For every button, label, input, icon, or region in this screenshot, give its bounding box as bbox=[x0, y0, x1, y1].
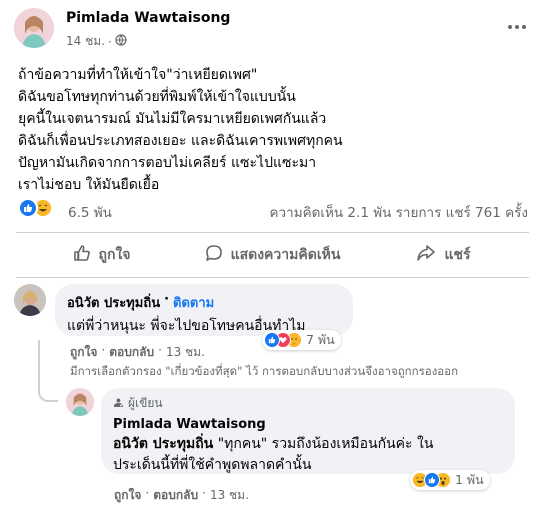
post-body: ถ้าข้อความที่ทำให้เข้าใจ"ว่าเหยียดเพศ" ด… bbox=[18, 64, 518, 196]
like-reaction-icon bbox=[264, 332, 280, 348]
like-icon bbox=[73, 244, 91, 266]
post-time[interactable]: 14 ชม. bbox=[66, 32, 105, 51]
post-header: Pimlada Wawtaisong 14 ชม. · bbox=[14, 8, 531, 54]
like-link[interactable]: ถูกใจ bbox=[114, 486, 141, 505]
globe-icon bbox=[115, 34, 127, 49]
post-meta: 14 ชม. · bbox=[66, 32, 127, 51]
reply-link[interactable]: ตอบกลับ bbox=[109, 343, 154, 362]
comment-actions: ถูกใจ · ตอบกลับ · 13 ชม. bbox=[70, 343, 205, 362]
reply-author-avatar[interactable] bbox=[66, 388, 94, 416]
separator: · bbox=[101, 343, 106, 357]
share-label: แชร์ bbox=[444, 247, 471, 263]
like-reaction-icon bbox=[424, 472, 440, 488]
like-button[interactable]: ถูกใจ bbox=[16, 234, 187, 276]
post-line: ยุคนี้ในเจตนารมณ์ มันไม่มีใครมาเหยียดเพศ… bbox=[18, 111, 327, 127]
separator: · bbox=[202, 486, 206, 500]
comment-label: แสดงความคิดเห็น bbox=[230, 247, 341, 263]
meta-separator: · bbox=[107, 34, 112, 49]
more-icon[interactable] bbox=[507, 14, 527, 35]
reply-reactions[interactable]: 1 พัน bbox=[410, 470, 490, 490]
comment-button[interactable]: แสดงความคิดเห็น bbox=[187, 234, 358, 276]
reply-actions: ถูกใจ · ตอบกลับ · 13 ชม. bbox=[114, 486, 249, 505]
mention-link[interactable]: อนิวัต ประทุมถิ่น bbox=[113, 436, 213, 452]
author-name[interactable]: Pimlada Wawtaisong bbox=[66, 10, 230, 26]
divider bbox=[16, 277, 529, 278]
follow-button[interactable]: ติดตาม bbox=[173, 292, 214, 313]
reaction-count: 1 พัน bbox=[455, 472, 484, 487]
like-label: ถูกใจ bbox=[98, 247, 131, 263]
post-line: ดิฉันขอโทษทุกท่านด้วยที่พิมพ์ให้เข้าใจแบ… bbox=[18, 89, 296, 105]
author-badge-icon bbox=[113, 397, 124, 411]
reaction-icons[interactable] bbox=[18, 198, 53, 218]
author-avatar[interactable] bbox=[14, 8, 54, 48]
share-button[interactable]: แชร์ bbox=[358, 234, 529, 276]
reply-bubble: ผู้เขียน Pimlada Wawtaisong อนิวัต ประทุ… bbox=[101, 388, 515, 474]
reply-thread-line bbox=[38, 340, 58, 402]
reaction-count: 7 พัน bbox=[306, 332, 335, 347]
post-action-bar: ถูกใจ แสดงความคิดเห็น แชร์ bbox=[16, 234, 529, 276]
separator: · bbox=[158, 343, 162, 357]
comment-bubble: อนิวัต ประทุมถิ่น · ติดตาม แต่พี่ว่าหนุน… bbox=[55, 284, 353, 336]
reply-link[interactable]: ตอบกลับ bbox=[153, 486, 198, 505]
share-icon bbox=[416, 244, 436, 266]
post-line: เราไม่ชอบ ให้มันยืดเยื้อ bbox=[18, 177, 160, 193]
commenter-name[interactable]: อนิวัต ประทุมถิ่น bbox=[67, 292, 160, 313]
author-badge-label: ผู้เขียน bbox=[128, 396, 163, 410]
separator: · bbox=[164, 292, 170, 307]
post-stats[interactable]: ความคิดเห็น 2.1 พัน รายการ แชร์ 761 ครั้… bbox=[270, 201, 528, 223]
comment-reactions[interactable]: 7 พัน bbox=[262, 330, 341, 350]
like-reaction-icon bbox=[18, 198, 38, 218]
reply-time[interactable]: 13 ชม. bbox=[210, 486, 249, 505]
like-link[interactable]: ถูกใจ bbox=[70, 343, 97, 362]
comment-time[interactable]: 13 ชม. bbox=[166, 343, 205, 362]
reaction-summary: 6.5 พัน ความคิดเห็น 2.1 พัน รายการ แชร์ … bbox=[18, 198, 528, 222]
post-line: ปัญหามันเกิดจากการตอบไม่เคลียร์ แซะไปแซะ… bbox=[18, 155, 317, 171]
commenter-avatar[interactable] bbox=[14, 284, 46, 316]
reaction-count[interactable]: 6.5 พัน bbox=[68, 201, 112, 223]
comment-icon bbox=[205, 244, 223, 266]
author-badge: ผู้เขียน bbox=[113, 394, 503, 413]
separator: · bbox=[145, 486, 150, 500]
divider bbox=[16, 232, 529, 233]
post-line: ดิฉันก็เพื่อนประเภทสองเยอะ และดิฉันเคารพ… bbox=[18, 133, 343, 149]
filter-notice: มีการเลือกตัวกรอง "เกี่ยวข้องที่สุด" ไว้… bbox=[70, 364, 459, 378]
reply-text-line-1: "ทุกคน" รวมถึงน้องเหมือนกันค่ะ ใน bbox=[213, 436, 434, 452]
comment-header: อนิวัต ประทุมถิ่น · ติดตาม bbox=[67, 292, 341, 313]
reply-author-name[interactable]: Pimlada Wawtaisong bbox=[113, 417, 503, 432]
post-line: ถ้าข้อความที่ทำให้เข้าใจ"ว่าเหยียดเพศ" bbox=[18, 67, 258, 83]
